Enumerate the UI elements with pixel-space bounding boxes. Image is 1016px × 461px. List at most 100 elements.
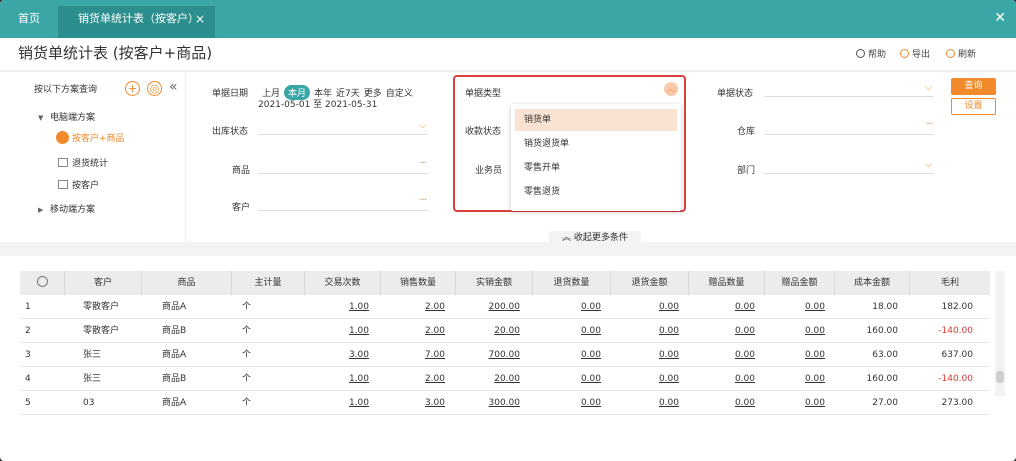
gross-profit-cell: 182.00 <box>941 302 974 312</box>
gift-amount-cell[interactable]: 0.00 <box>765 343 829 367</box>
gift-qty-cell[interactable]: 0.00 <box>689 343 759 367</box>
header-return-amount[interactable]: 退货金额 <box>611 271 689 295</box>
refresh-button[interactable]: 刷新 <box>946 47 976 60</box>
table-row[interactable]: 5 03 商品A 个 1.00 3.00 300.00 0.00 0.00 0.00 0.00 27.… <box>20 391 990 415</box>
product-field[interactable]: ··· <box>258 158 428 174</box>
cost-amount-cell: 160.00 <box>866 326 899 336</box>
header-trade-count[interactable]: 交易次数 <box>305 271 381 295</box>
dropdown-option-retail-return[interactable]: 零售退货 <box>515 181 677 203</box>
row-index: 3 <box>25 350 31 360</box>
more-dots-icon: ··· <box>419 195 426 206</box>
date-option-custom[interactable]: 自定义 <box>386 86 413 99</box>
trade-count-cell[interactable]: 1.00 <box>305 295 373 319</box>
gift-amount-cell[interactable]: 0.00 <box>765 295 829 319</box>
unit-cell: 个 <box>242 302 252 312</box>
trade-count-cell[interactable]: 1.00 <box>305 367 373 391</box>
header-unit[interactable]: 主计量 <box>232 271 305 295</box>
tree-group-mobile[interactable]: ▶ 移动端方案 <box>38 202 95 215</box>
return-amount-cell[interactable]: 0.00 <box>611 343 683 367</box>
header-sales-amount[interactable]: 实销金额 <box>456 271 533 295</box>
sales-qty-cell[interactable]: 2.00 <box>381 295 449 319</box>
table-row[interactable]: 3 张三 商品A 个 3.00 7.00 700.00 0.00 0.00 0.00 0.00 63.… <box>20 343 990 367</box>
sales-amount-cell[interactable]: 700.00 <box>456 343 524 367</box>
export-button[interactable]: 导出 <box>900 47 930 60</box>
scrollbar-thumb[interactable] <box>996 371 1004 383</box>
collapse-panel-button[interactable]: « <box>169 79 178 95</box>
product-cell: 商品A <box>162 350 187 360</box>
gift-amount-cell[interactable]: 0.00 <box>765 319 829 343</box>
vertical-scrollbar[interactable] <box>995 271 1005 396</box>
return-amount-cell[interactable]: 0.00 <box>611 391 683 415</box>
sales-amount-cell[interactable]: 200.00 <box>456 295 524 319</box>
gift-qty-cell[interactable]: 0.00 <box>689 319 759 343</box>
header-gross-profit[interactable]: 毛利 <box>910 271 990 295</box>
trade-count-cell[interactable]: 1.00 <box>305 319 373 343</box>
caret-down-icon: ▼ <box>38 114 44 122</box>
return-qty-cell[interactable]: 0.00 <box>533 367 605 391</box>
table-row[interactable]: 2 零散客户 商品B 个 1.00 2.00 20.00 0.00 0.00 0.00 0.00 16… <box>20 319 990 343</box>
scheme-settings-button[interactable]: ◎ <box>147 81 162 96</box>
return-amount-cell[interactable]: 0.00 <box>611 295 683 319</box>
dropdown-option-sales[interactable]: 销货单 <box>515 109 677 131</box>
dropdown-option-sales-return[interactable]: 销货退货单 <box>515 133 677 155</box>
sales-qty-cell[interactable]: 2.00 <box>381 319 449 343</box>
sales-qty-cell[interactable]: 3.00 <box>381 391 449 415</box>
gift-amount-cell[interactable]: 0.00 <box>765 391 829 415</box>
sales-amount-cell[interactable]: 300.00 <box>456 391 524 415</box>
return-amount-cell[interactable]: 0.00 <box>611 319 683 343</box>
warehouse-field[interactable]: ··· <box>764 119 934 135</box>
doc-status-select[interactable]: ⌵ <box>764 83 934 97</box>
settings-button[interactable]: 设置 <box>951 98 996 115</box>
tree-item-customer[interactable]: 按客户 <box>58 178 99 191</box>
collapse-conditions-button[interactable]: ︽ 收起更多条件 <box>549 231 641 246</box>
return-qty-cell[interactable]: 0.00 <box>533 391 605 415</box>
product-cell: 商品B <box>162 374 187 384</box>
return-qty-cell[interactable]: 0.00 <box>533 343 605 367</box>
header-return-qty[interactable]: 退货数量 <box>533 271 611 295</box>
more-dots-icon: ··· <box>419 158 426 169</box>
table-row[interactable]: 4 张三 商品B 个 1.00 2.00 20.00 0.00 0.00 0.00 0.00 160.… <box>20 367 990 391</box>
sales-qty-cell[interactable]: 2.00 <box>381 367 449 391</box>
add-scheme-button[interactable]: + <box>125 81 140 96</box>
gross-profit-cell: 637.00 <box>941 350 974 360</box>
trade-count-cell[interactable]: 1.00 <box>305 391 373 415</box>
tab-home[interactable]: 首页 <box>0 6 58 38</box>
tab-sales-report[interactable]: 销货单统计表（按客户） × <box>58 6 215 38</box>
help-button[interactable]: 帮助 <box>856 47 886 60</box>
scheme-heading: 按以下方案查询 <box>34 85 98 95</box>
return-amount-cell[interactable]: 0.00 <box>611 367 683 391</box>
header-customer[interactable]: 客户 <box>65 271 142 295</box>
trade-count-cell[interactable]: 3.00 <box>305 343 373 367</box>
header-gift-qty[interactable]: 赠品数量 <box>689 271 765 295</box>
date-range[interactable]: 2021-05-01 至 2021-05-31 <box>258 97 377 110</box>
chevron-down-icon: ⌵ <box>419 121 426 131</box>
query-button[interactable]: 查询 <box>951 78 996 95</box>
gift-qty-cell[interactable]: 0.00 <box>689 367 759 391</box>
target-icon: ◎ <box>149 82 160 95</box>
customer-field[interactable]: ··· <box>258 195 428 211</box>
return-qty-cell[interactable]: 0.00 <box>533 295 605 319</box>
tab-close-icon[interactable]: × <box>195 6 205 32</box>
sales-amount-cell[interactable]: 20.00 <box>456 367 524 391</box>
header-product[interactable]: 商品 <box>142 271 232 295</box>
dropdown-option-retail[interactable]: 零售开单 <box>515 157 677 179</box>
header-sales-qty[interactable]: 销售数量 <box>381 271 456 295</box>
tree-item-customer-product[interactable]: 按客户+商品 <box>56 131 125 144</box>
header-cost-amount[interactable]: 成本金额 <box>835 271 910 295</box>
table-row[interactable]: 1 零散客户 商品A 个 1.00 2.00 200.00 0.00 0.00 0.00 0.00 1… <box>20 295 990 319</box>
gift-qty-cell[interactable]: 0.00 <box>689 391 759 415</box>
gift-amount-cell[interactable]: 0.00 <box>765 367 829 391</box>
out-status-select[interactable]: ⌵ <box>258 121 428 135</box>
department-select[interactable]: ⌵ <box>764 160 934 174</box>
window-close-icon[interactable]: ✕ <box>994 8 1006 28</box>
header-gift-amount[interactable]: 赠品金额 <box>765 271 835 295</box>
sales-amount-cell[interactable]: 20.00 <box>456 319 524 343</box>
sales-qty-cell[interactable]: 7.00 <box>381 343 449 367</box>
return-qty-cell[interactable]: 0.00 <box>533 319 605 343</box>
date-label: 单据日期 <box>212 89 249 99</box>
tree-group-desktop[interactable]: ▼ 电脑端方案 <box>38 110 95 123</box>
column-settings[interactable] <box>20 271 65 295</box>
panel-divider <box>185 72 186 242</box>
gift-qty-cell[interactable]: 0.00 <box>689 295 759 319</box>
tree-item-returns[interactable]: 退货统计 <box>58 156 108 169</box>
